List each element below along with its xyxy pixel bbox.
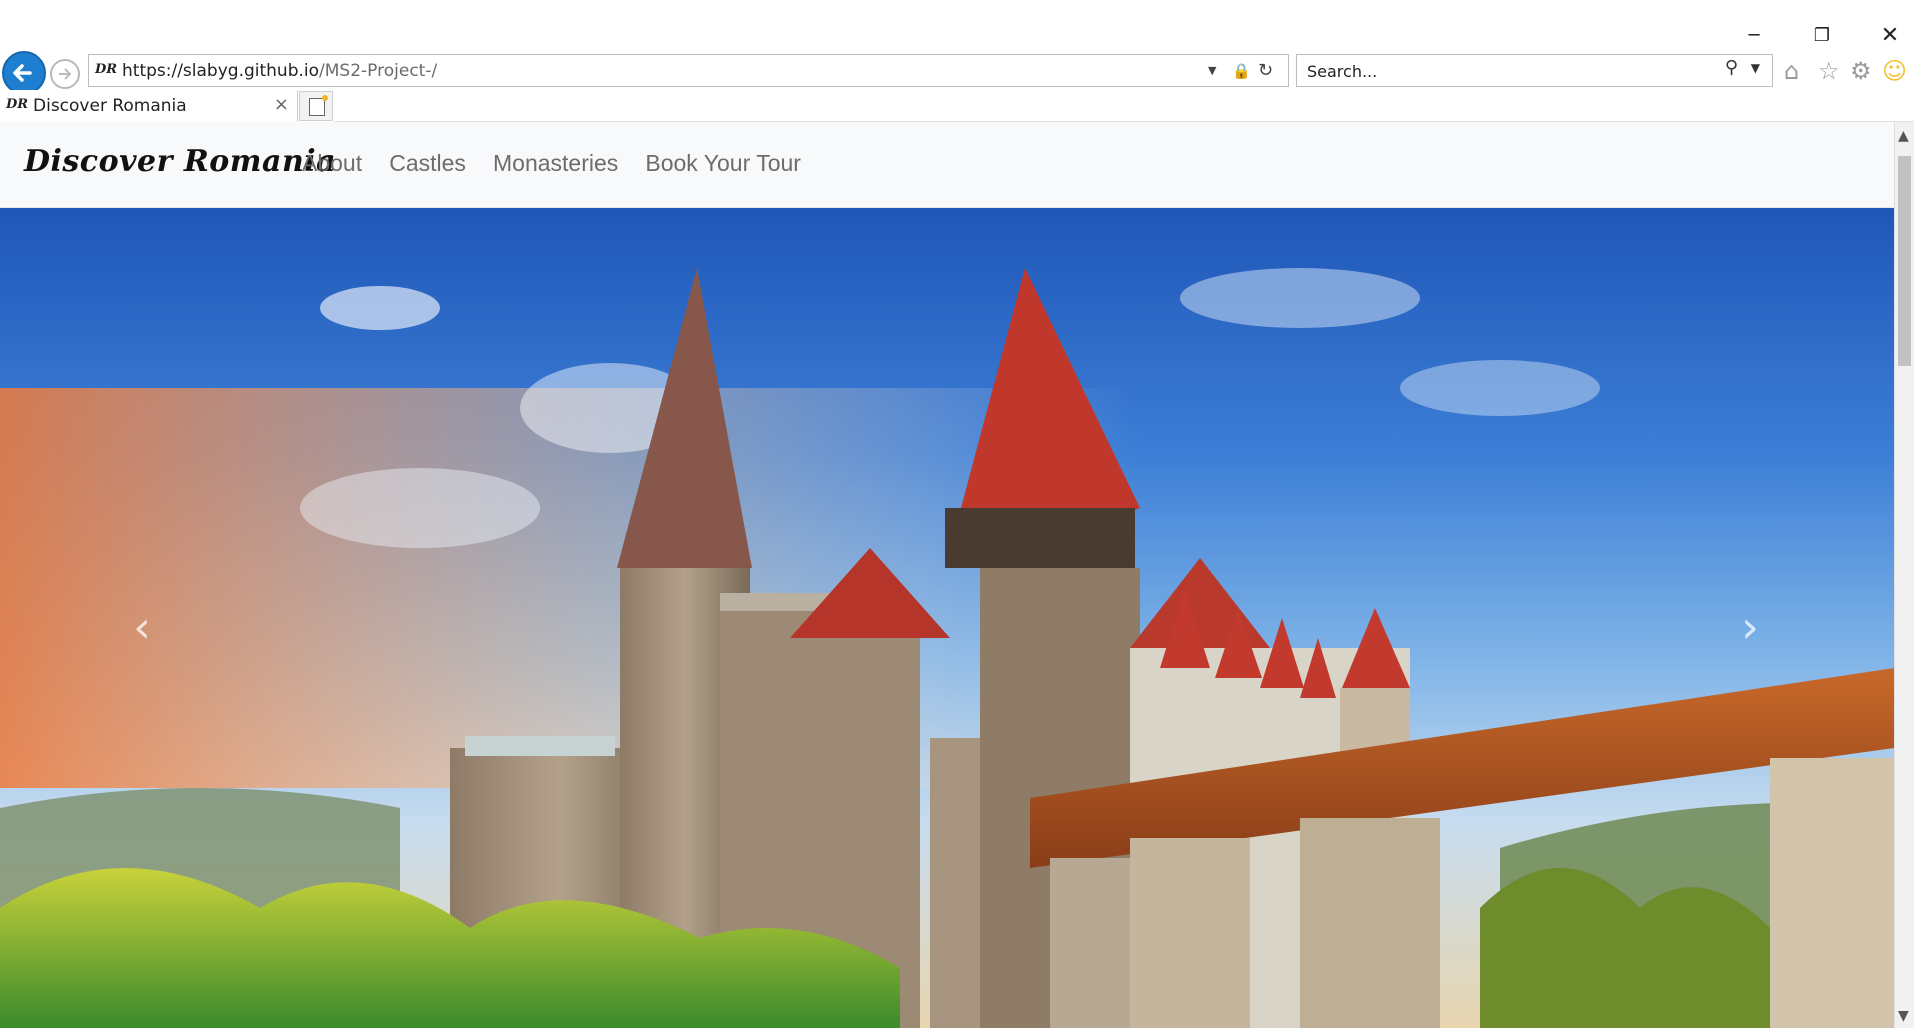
search-input[interactable] bbox=[1307, 59, 1707, 83]
browser-toolbar: DR https://slabyg.github.io/MS2-Project-… bbox=[0, 50, 1914, 95]
feedback-smiley-icon[interactable]: ☺ bbox=[1882, 56, 1907, 86]
tab-close-icon[interactable]: × bbox=[274, 94, 289, 115]
toolbar-icons: ⌂ ☆ ⚙ ☺ bbox=[1784, 54, 1914, 87]
site-brand[interactable]: Discover Romania bbox=[24, 144, 336, 179]
scroll-down-icon[interactable]: ▼ bbox=[1898, 1008, 1909, 1024]
new-tab-button[interactable] bbox=[299, 91, 333, 121]
home-icon[interactable]: ⌂ bbox=[1784, 56, 1799, 86]
refresh-icon[interactable]: ↻ bbox=[1258, 59, 1273, 83]
address-bar-icons: ▼ 🔒 ↻ bbox=[1204, 59, 1284, 83]
tab-title: Discover Romania bbox=[33, 96, 187, 116]
tab-bar: DR Discover Romania × bbox=[0, 90, 1914, 122]
page-viewport: Discover Romania About Castles Monasteri… bbox=[0, 122, 1894, 1028]
new-tab-icon bbox=[309, 95, 328, 116]
carousel-prev-icon[interactable]: ‹ bbox=[122, 606, 162, 650]
lock-icon[interactable]: 🔒 bbox=[1232, 59, 1251, 83]
tab-strip-empty bbox=[334, 90, 1914, 122]
favorites-star-icon[interactable]: ☆ bbox=[1818, 56, 1840, 86]
settings-gear-icon[interactable]: ⚙ bbox=[1850, 56, 1872, 86]
nav-link-castles[interactable]: Castles bbox=[389, 150, 466, 177]
castle-photo bbox=[0, 268, 1894, 1028]
back-arrow-icon bbox=[13, 64, 32, 82]
scroll-up-icon[interactable]: ▲ bbox=[1898, 128, 1909, 144]
nav-link-about[interactable]: About bbox=[302, 150, 362, 177]
forward-button[interactable] bbox=[50, 59, 80, 89]
address-bar[interactable]: DR https://slabyg.github.io/MS2-Project-… bbox=[88, 54, 1289, 87]
window-controls: ─ ❐ ✕ bbox=[1694, 22, 1914, 50]
tab-discover-romania[interactable]: DR Discover Romania × bbox=[0, 90, 298, 122]
carousel-next-icon[interactable]: › bbox=[1730, 606, 1770, 650]
nav-link-monasteries[interactable]: Monasteries bbox=[493, 150, 618, 177]
site-navbar: Discover Romania About Castles Monasteri… bbox=[0, 122, 1894, 208]
hero-carousel: ‹ › bbox=[0, 208, 1894, 1028]
scroll-thumb[interactable] bbox=[1898, 156, 1911, 366]
tab-favicon-icon: DR bbox=[6, 97, 29, 112]
dropdown-caret-icon[interactable]: ▼ bbox=[1208, 59, 1216, 83]
forward-arrow-icon bbox=[59, 68, 72, 80]
url-text[interactable]: https://slabyg.github.io/MS2-Project-/ bbox=[122, 61, 437, 81]
restore-button[interactable]: ❐ bbox=[1802, 22, 1842, 50]
dropdown-caret-icon[interactable]: ▼ bbox=[1751, 61, 1760, 75]
close-window-button[interactable]: ✕ bbox=[1870, 22, 1910, 50]
vertical-scrollbar[interactable]: ▲ ▼ bbox=[1894, 122, 1914, 1028]
nav-links: About Castles Monasteries Book Your Tour bbox=[302, 150, 823, 182]
url-path: /MS2-Project-/ bbox=[319, 61, 438, 81]
back-button[interactable] bbox=[2, 51, 46, 95]
url-host: https://slabyg.github.io bbox=[122, 61, 320, 81]
site-favicon-icon: DR bbox=[95, 62, 118, 77]
nav-link-book-your-tour[interactable]: Book Your Tour bbox=[645, 150, 801, 177]
minimize-button[interactable]: ─ bbox=[1734, 22, 1774, 50]
magnifier-icon[interactable]: ⚲ bbox=[1725, 57, 1738, 78]
search-box[interactable]: ⚲ ▼ bbox=[1296, 54, 1773, 87]
